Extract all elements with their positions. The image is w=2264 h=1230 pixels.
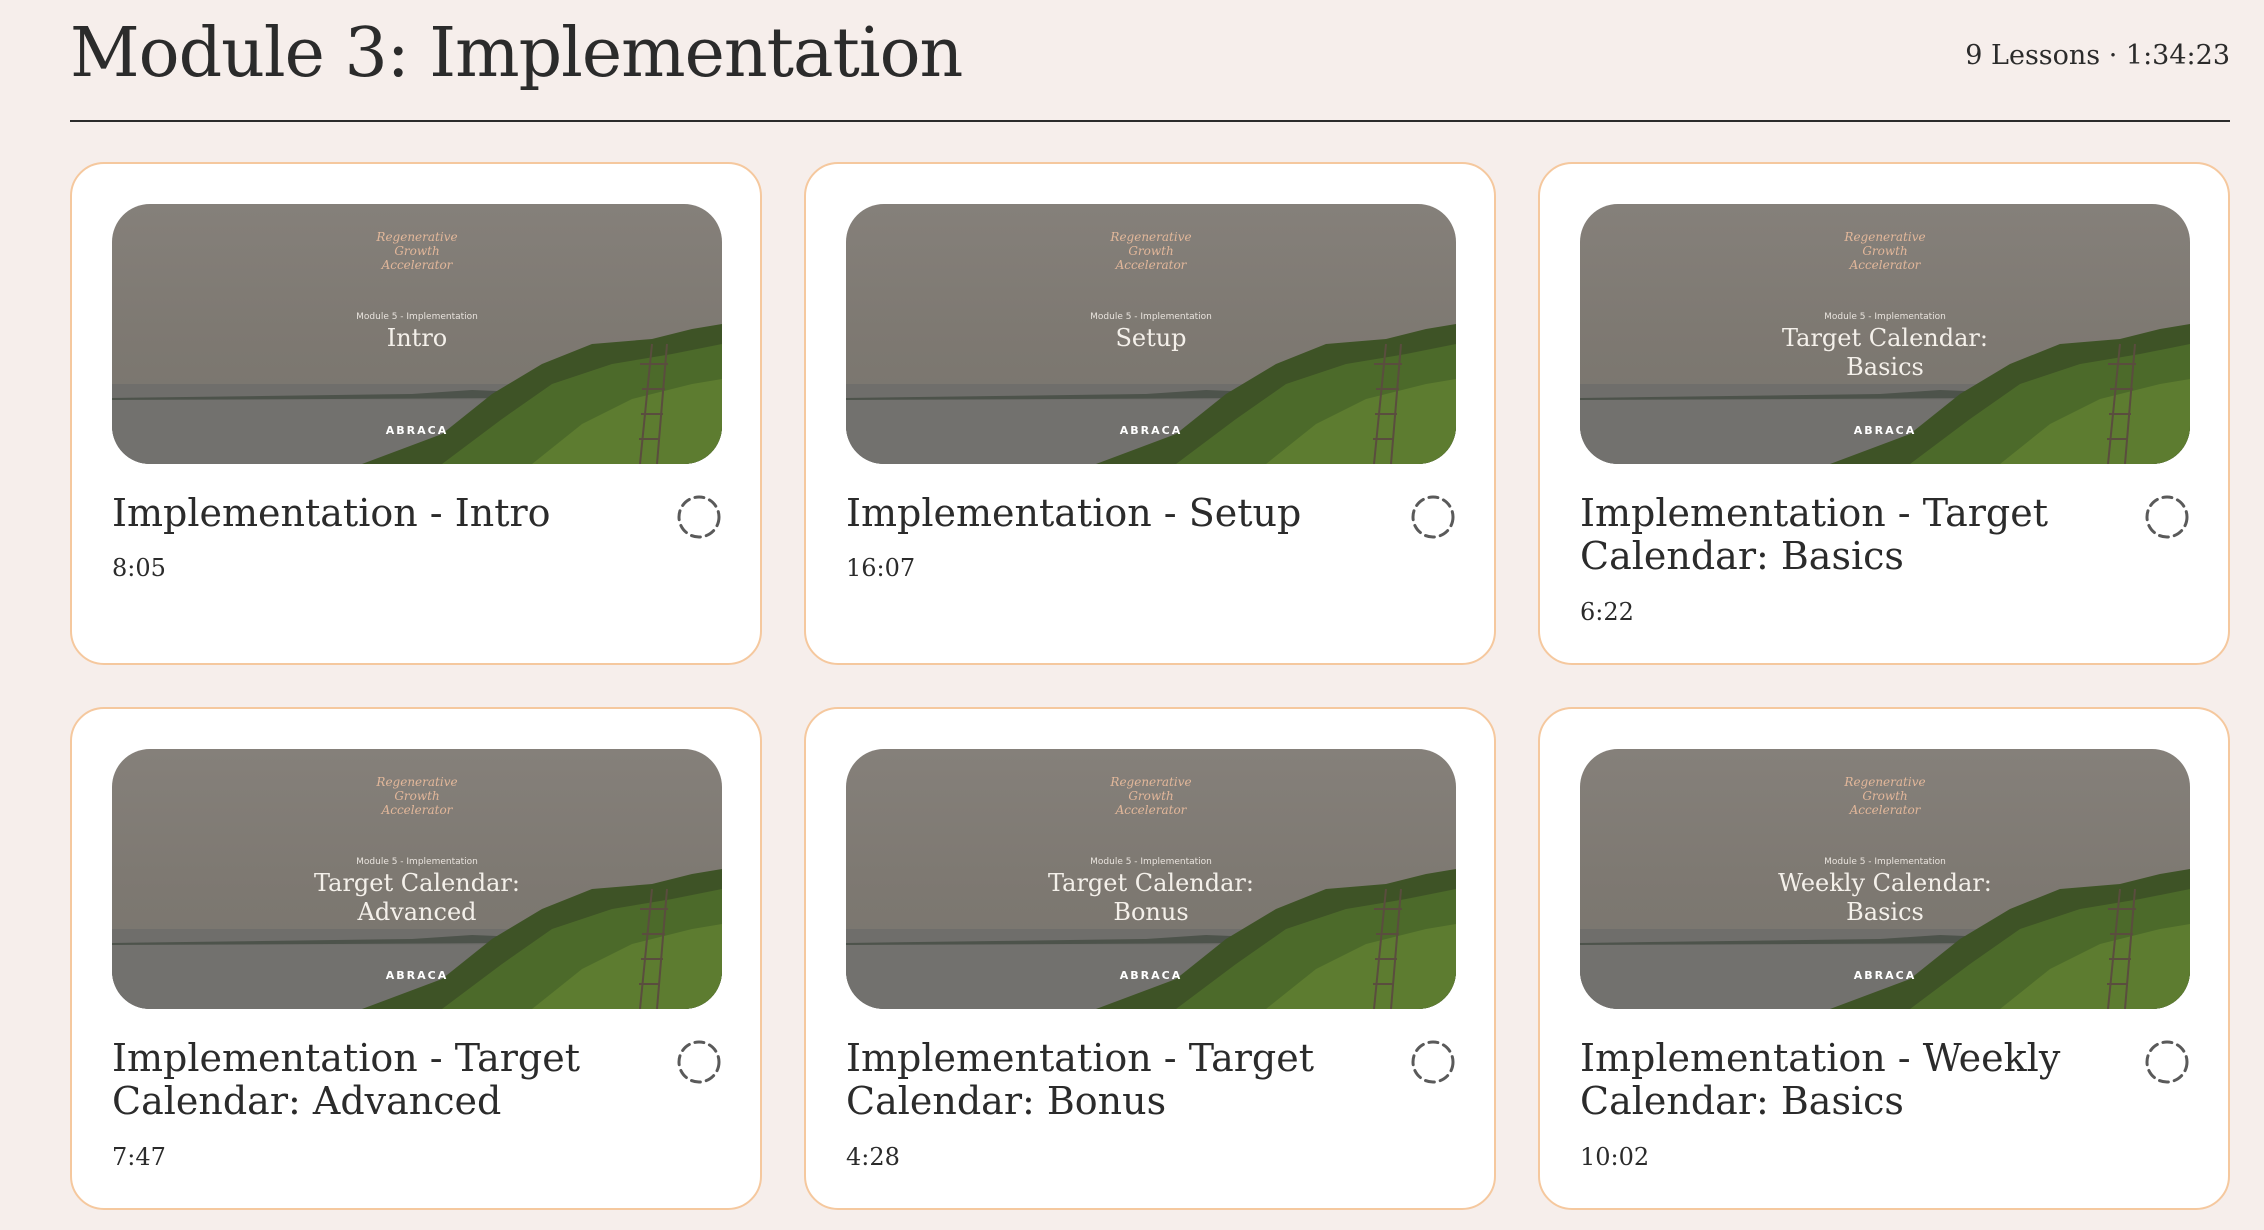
brand-line: Regenerative bbox=[1844, 230, 1926, 244]
lesson-card-4[interactable]: Regenerative Growth Accelerator Module 5… bbox=[70, 707, 762, 1210]
lesson-grid: Regenerative Growth Accelerator Module 5… bbox=[70, 162, 2230, 1210]
lesson-title[interactable]: Implementation - Intro bbox=[112, 492, 632, 535]
lesson-card-5[interactable]: Regenerative Growth Accelerator Module 5… bbox=[804, 707, 1496, 1210]
thumbnail-title-line: Basics bbox=[1846, 898, 1924, 926]
thumbnail-module-label: Module 5 - Implementation bbox=[1824, 857, 1946, 867]
brand-line: Accelerator bbox=[1115, 803, 1187, 817]
abraca-logo: ABRACA bbox=[385, 969, 449, 982]
thumbnail-module-label: Module 5 - Implementation bbox=[356, 312, 478, 322]
thumbnail-module-label: Module 5 - Implementation bbox=[1090, 312, 1212, 322]
lesson-duration: 16:07 bbox=[846, 554, 916, 582]
abraca-logo: ABRACA bbox=[1119, 969, 1183, 982]
thumbnail-module-label: Module 5 - Implementation bbox=[1090, 857, 1212, 867]
module-page: Module 3: Implementation 9 Lessons · 1:3… bbox=[0, 0, 2264, 1230]
progress-circle-icon[interactable] bbox=[2144, 1039, 2190, 1085]
brand-line: Accelerator bbox=[381, 803, 453, 817]
lesson-duration: 4:28 bbox=[846, 1143, 900, 1171]
brand-line: Growth bbox=[1128, 789, 1174, 803]
progress-circle-icon[interactable] bbox=[1410, 1039, 1456, 1085]
brand-line: Growth bbox=[394, 244, 440, 258]
thumbnail-title: Target Calendar: Advanced bbox=[112, 869, 722, 927]
abraca-logo: ABRACA bbox=[1853, 969, 1917, 982]
lesson-title-line: Implementation - Intro bbox=[112, 491, 551, 535]
brand-wordmark: Regenerative Growth Accelerator bbox=[1580, 775, 2190, 817]
lesson-title-line: Implementation - Setup bbox=[846, 491, 1302, 535]
lesson-thumbnail[interactable]: Regenerative Growth Accelerator Module 5… bbox=[112, 204, 722, 464]
lesson-title-line: Calendar: Basics bbox=[1580, 534, 1904, 578]
thumbnail-title-line: Weekly Calendar: bbox=[1778, 869, 1992, 897]
progress-circle-icon[interactable] bbox=[2144, 494, 2190, 540]
brand-wordmark: Regenerative Growth Accelerator bbox=[112, 230, 722, 272]
lesson-thumbnail[interactable]: Regenerative Growth Accelerator Module 5… bbox=[1580, 749, 2190, 1009]
progress-circle-icon[interactable] bbox=[676, 1039, 722, 1085]
module-meta: 9 Lessons · 1:34:23 bbox=[1965, 40, 2230, 71]
thumbnail-title-line: Basics bbox=[1846, 353, 1924, 381]
brand-line: Growth bbox=[1128, 244, 1174, 258]
lesson-card-1[interactable]: Regenerative Growth Accelerator Module 5… bbox=[70, 162, 762, 665]
lesson-thumbnail[interactable]: Regenerative Growth Accelerator Module 5… bbox=[846, 204, 1456, 464]
lesson-title-line: Implementation - Weekly bbox=[1580, 1036, 2061, 1080]
thumbnail-title-line: Bonus bbox=[1113, 898, 1189, 926]
lesson-title-line: Implementation - Target bbox=[1580, 491, 2049, 535]
lesson-title[interactable]: Implementation - Target Calendar: Bonus bbox=[846, 1037, 1366, 1123]
abraca-logo: ABRACA bbox=[1119, 424, 1183, 437]
brand-line: Growth bbox=[1862, 789, 1908, 803]
thumbnail-title: Setup bbox=[846, 324, 1456, 353]
brand-line: Accelerator bbox=[1849, 258, 1921, 272]
lesson-title-line: Calendar: Basics bbox=[1580, 1079, 1904, 1123]
abraca-logo: ABRACA bbox=[1853, 424, 1917, 437]
lesson-duration: 7:47 bbox=[112, 1143, 166, 1171]
brand-line: Regenerative bbox=[1110, 775, 1192, 789]
lesson-card-2[interactable]: Regenerative Growth Accelerator Module 5… bbox=[804, 162, 1496, 665]
lesson-title-line: Implementation - Target bbox=[112, 1036, 581, 1080]
lesson-card-3[interactable]: Regenerative Growth Accelerator Module 5… bbox=[1538, 162, 2230, 665]
brand-line: Growth bbox=[394, 789, 440, 803]
lesson-duration: 6:22 bbox=[1580, 598, 1634, 626]
thumbnail-title-line: Target Calendar: bbox=[313, 869, 520, 897]
thumbnail-title: Intro bbox=[112, 324, 722, 353]
progress-circle-icon[interactable] bbox=[676, 494, 722, 540]
lesson-thumbnail[interactable]: Regenerative Growth Accelerator Module 5… bbox=[846, 749, 1456, 1009]
brand-wordmark: Regenerative Growth Accelerator bbox=[846, 775, 1456, 817]
thumbnail-title-line: Advanced bbox=[357, 898, 477, 926]
thumbnail-module-label: Module 5 - Implementation bbox=[356, 857, 478, 867]
brand-line: Regenerative bbox=[376, 230, 458, 244]
brand-line: Accelerator bbox=[1115, 258, 1187, 272]
brand-line: Regenerative bbox=[376, 775, 458, 789]
brand-line: Regenerative bbox=[1844, 775, 1926, 789]
lesson-title[interactable]: Implementation - Setup bbox=[846, 492, 1366, 535]
lesson-title-line: Calendar: Bonus bbox=[846, 1079, 1167, 1123]
progress-circle-icon[interactable] bbox=[1410, 494, 1456, 540]
lesson-thumbnail[interactable]: Regenerative Growth Accelerator Module 5… bbox=[1580, 204, 2190, 464]
thumbnail-title: Target Calendar: Basics bbox=[1580, 324, 2190, 382]
module-header: Module 3: Implementation 9 Lessons · 1:3… bbox=[70, 0, 2230, 122]
brand-line: Regenerative bbox=[1110, 230, 1192, 244]
brand-line: Growth bbox=[1862, 244, 1908, 258]
module-title: Module 3: Implementation bbox=[70, 14, 963, 93]
thumbnail-title-line: Setup bbox=[1115, 324, 1187, 352]
lesson-title[interactable]: Implementation - Weekly Calendar: Basics bbox=[1580, 1037, 2100, 1123]
thumbnail-title-line: Target Calendar: bbox=[1781, 324, 1988, 352]
brand-wordmark: Regenerative Growth Accelerator bbox=[846, 230, 1456, 272]
thumbnail-title: Weekly Calendar: Basics bbox=[1580, 869, 2190, 927]
abraca-logo: ABRACA bbox=[385, 424, 449, 437]
brand-line: Accelerator bbox=[381, 258, 453, 272]
lesson-card-6[interactable]: Regenerative Growth Accelerator Module 5… bbox=[1538, 707, 2230, 1210]
lesson-duration: 8:05 bbox=[112, 554, 166, 582]
thumbnail-title-line: Intro bbox=[386, 324, 448, 352]
thumbnail-module-label: Module 5 - Implementation bbox=[1824, 312, 1946, 322]
lesson-duration: 10:02 bbox=[1580, 1143, 1650, 1171]
brand-wordmark: Regenerative Growth Accelerator bbox=[1580, 230, 2190, 272]
brand-line: Accelerator bbox=[1849, 803, 1921, 817]
brand-wordmark: Regenerative Growth Accelerator bbox=[112, 775, 722, 817]
lesson-title[interactable]: Implementation - Target Calendar: Basics bbox=[1580, 492, 2100, 578]
lesson-title[interactable]: Implementation - Target Calendar: Advance… bbox=[112, 1037, 632, 1123]
lesson-thumbnail[interactable]: Regenerative Growth Accelerator Module 5… bbox=[112, 749, 722, 1009]
lesson-title-line: Calendar: Advanced bbox=[112, 1079, 502, 1123]
thumbnail-title-line: Target Calendar: bbox=[1047, 869, 1254, 897]
lesson-title-line: Implementation - Target bbox=[846, 1036, 1315, 1080]
thumbnail-title: Target Calendar: Bonus bbox=[846, 869, 1456, 927]
